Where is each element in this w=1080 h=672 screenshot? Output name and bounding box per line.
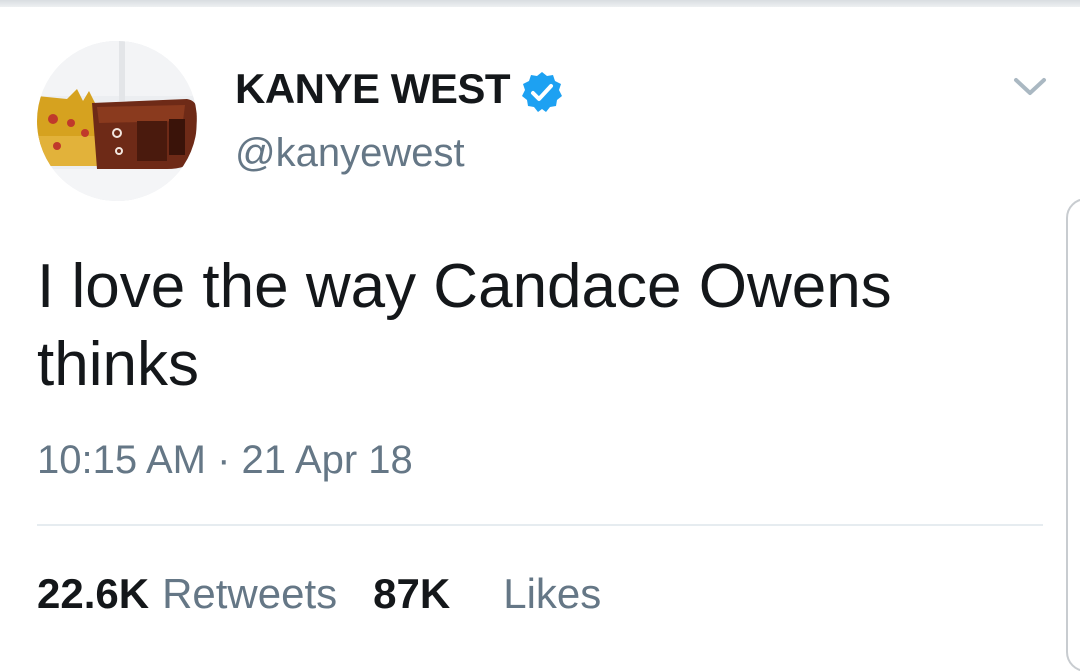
retweets-count: 22.6K: [37, 570, 150, 617]
tweet-timestamp[interactable]: 10:15 AM · 21 Apr 18: [37, 440, 413, 480]
chevron-down-icon[interactable]: [1011, 68, 1049, 106]
likes-stat[interactable]: 87K Likes: [373, 570, 601, 617]
divider: [37, 524, 1043, 526]
scrollbar[interactable]: [1066, 198, 1080, 672]
likes-label: Likes: [503, 570, 602, 617]
tweet-stats: 22.6K Retweets 87K Likes: [37, 573, 601, 615]
avatar[interactable]: [37, 41, 197, 201]
author-handle[interactable]: @kanyewest: [235, 133, 465, 173]
top-edge-line: [0, 0, 1080, 7]
author-display-name[interactable]: KANYE WEST: [235, 68, 511, 110]
tweet-text: I love the way Candace Owens thinks: [37, 252, 892, 399]
retweets-stat[interactable]: 22.6K Retweets: [37, 570, 337, 617]
avatar-image: [37, 41, 197, 201]
likes-count: 87K: [373, 570, 451, 617]
verified-badge-icon: [520, 70, 564, 114]
retweets-label: Retweets: [162, 570, 338, 617]
